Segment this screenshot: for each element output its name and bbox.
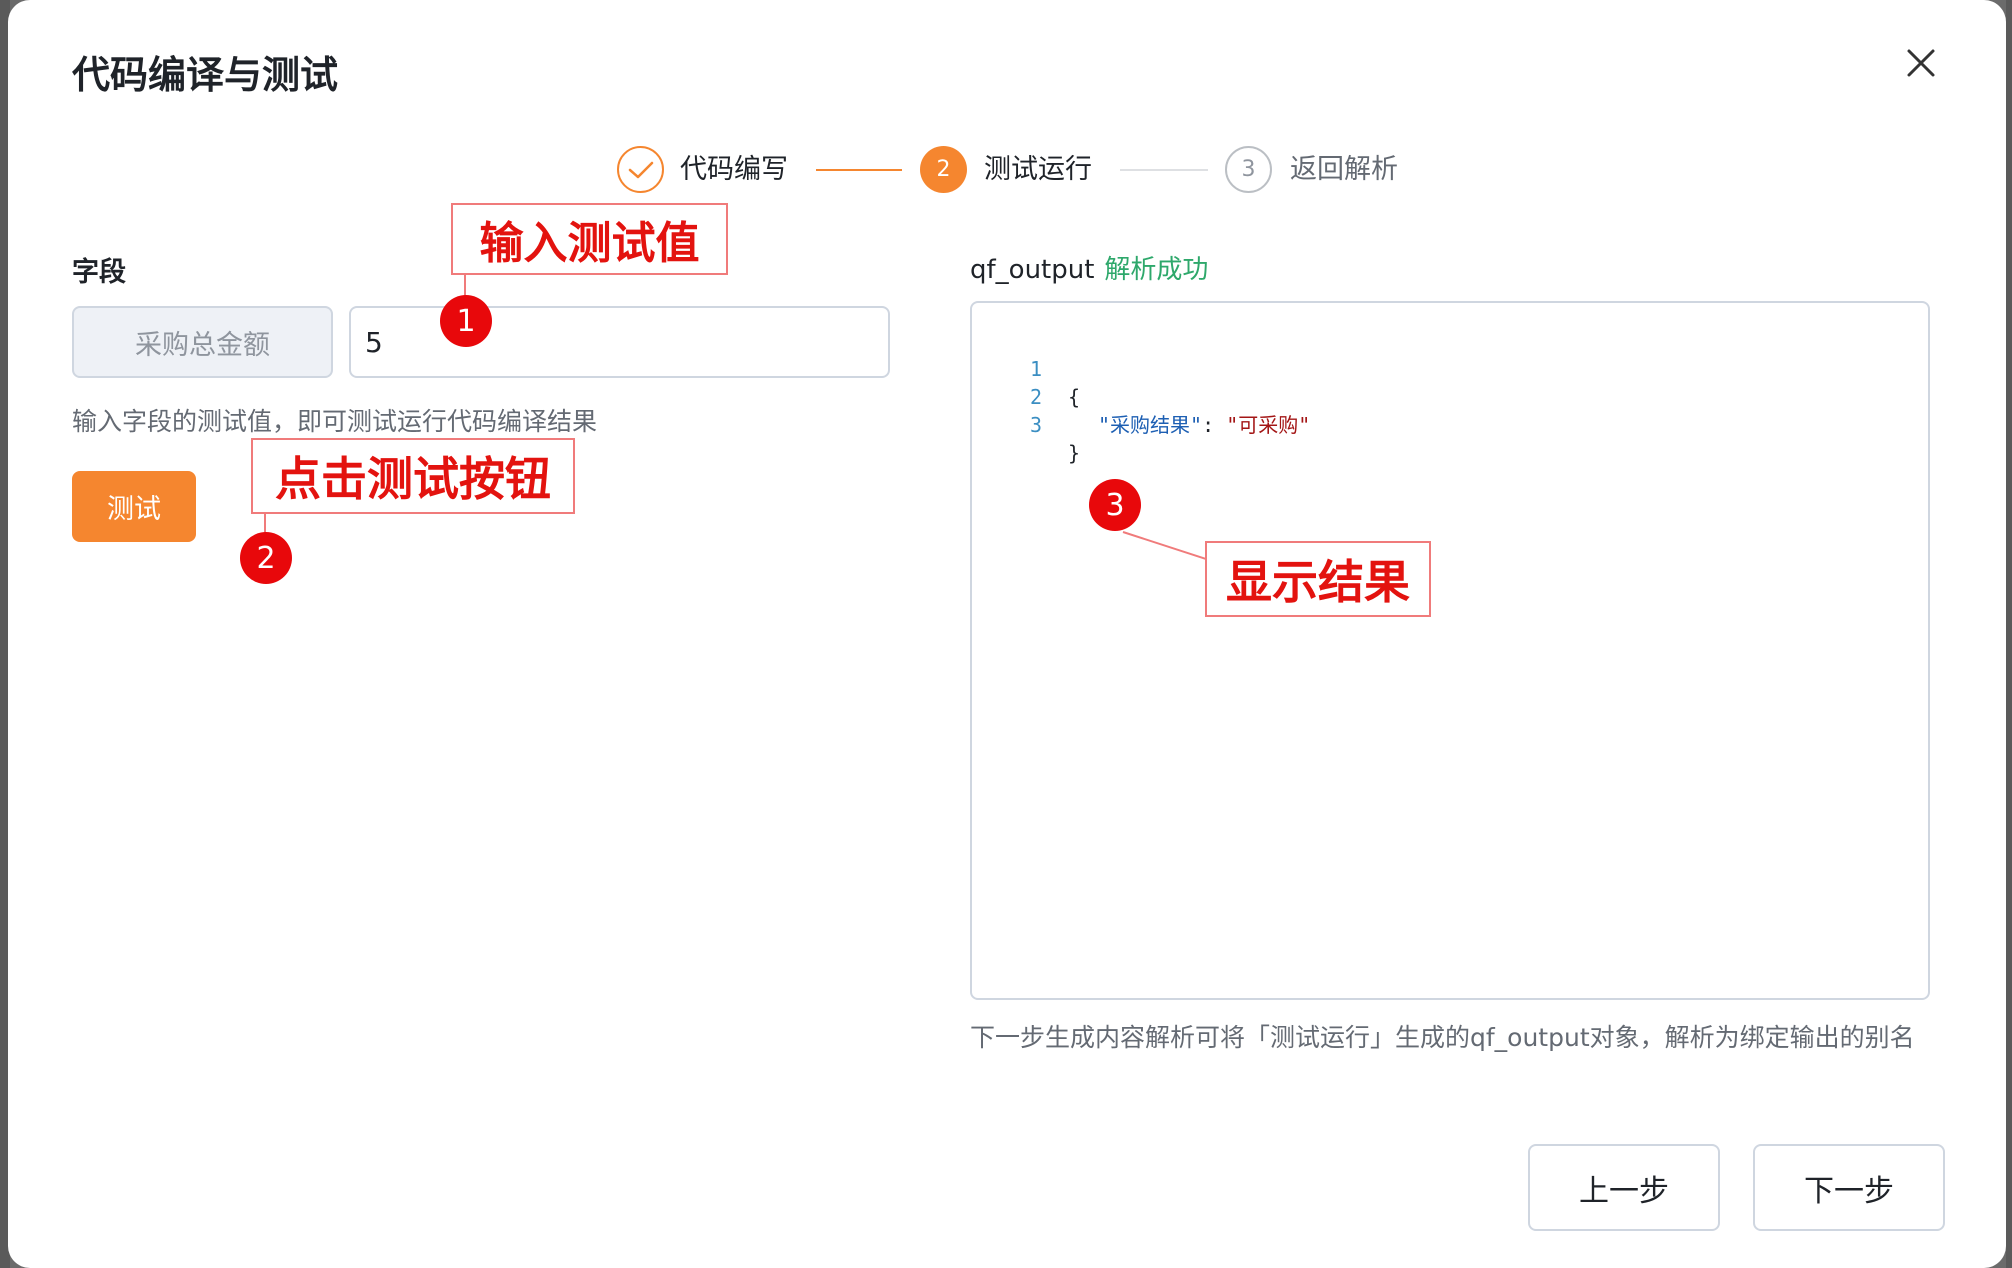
- field-section-title: 字段: [72, 257, 126, 288]
- code-line: 2 "采购结果": "可采购": [972, 355, 1310, 437]
- field-name-tag: 采购总金额: [72, 306, 333, 378]
- annotation-1-label: 输入测试值: [451, 203, 728, 275]
- output-name: qf_output: [970, 255, 1095, 285]
- code-text: {: [1068, 385, 1081, 409]
- annotation-1-badge: 1: [440, 295, 492, 347]
- annotation-2-label: 点击测试按钮: [251, 438, 575, 514]
- close-icon[interactable]: [1904, 46, 1938, 80]
- step-3-marker: 3: [1225, 146, 1272, 193]
- output-status: 解析成功: [1104, 255, 1209, 285]
- backdrop-right: [2006, 0, 2012, 1268]
- annotation-3-label: 显示结果: [1205, 541, 1431, 617]
- output-footnote: 下一步生成内容解析可将「测试运行」生成的qf_output对象，解析为绑定输出的…: [970, 1023, 1915, 1052]
- code-text: }: [1068, 441, 1081, 465]
- field-hint: 输入字段的测试值，即可测试运行代码编译结果: [72, 407, 598, 436]
- output-header: qf_output 解析成功: [970, 249, 1208, 286]
- annotation-2-badge: 2: [240, 532, 292, 584]
- next-step-button[interactable]: 下一步: [1753, 1144, 1945, 1231]
- dialog-title: 代码编译与测试: [72, 53, 339, 97]
- test-button[interactable]: 测试: [72, 471, 196, 542]
- step-1-label: 代码编写: [680, 154, 788, 185]
- step-3-label: 返回解析: [1290, 154, 1398, 185]
- line-number: 3: [1029, 413, 1042, 437]
- code-line: 1 {: [972, 327, 1080, 409]
- json-separator: :: [1202, 413, 1227, 437]
- step-2-label: 测试运行: [984, 154, 1092, 185]
- code-line: 3 }: [972, 383, 1080, 465]
- test-value-input[interactable]: [349, 306, 890, 378]
- annotation-3-badge: 3: [1089, 479, 1141, 531]
- json-key: "采购结果": [1098, 413, 1203, 437]
- step-2-marker: 2: [920, 146, 967, 193]
- code-text: "采购结果": "可采购": [1098, 411, 1310, 439]
- step-1-check-icon: [617, 146, 664, 193]
- step-connector-2: [1120, 169, 1208, 171]
- json-value: "可采购": [1226, 413, 1311, 437]
- prev-step-button[interactable]: 上一步: [1528, 1144, 1720, 1231]
- compile-test-dialog: 代码编译与测试 代码编写 2 测试运行 3 返回解析 字段 采购总金额 输入字段…: [8, 0, 2006, 1268]
- step-connector-1: [816, 169, 902, 171]
- code-output-viewer[interactable]: 1 { 2 "采购结果": "可采购" 3 }: [970, 301, 1930, 1000]
